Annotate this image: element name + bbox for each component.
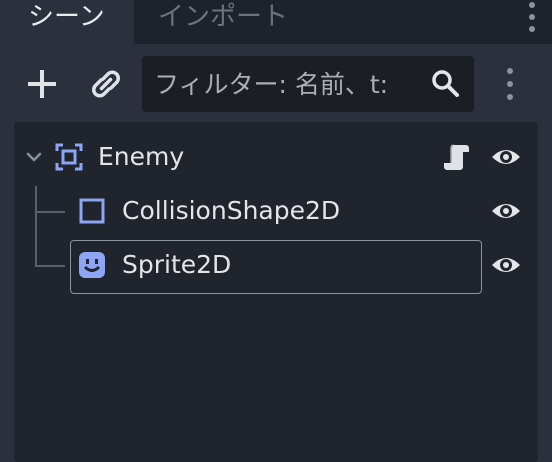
selection-outline (70, 240, 482, 294)
tree-row-collisionshape2d[interactable]: CollisionShape2D (14, 184, 538, 238)
add-node-button[interactable] (20, 62, 64, 106)
node-label-collisionshape2d: CollisionShape2D (122, 196, 341, 225)
tab-menu-icon[interactable] (524, 0, 540, 36)
scene-toolbar (0, 44, 552, 120)
collision-shape-icon (79, 198, 105, 224)
node2d-icon (55, 143, 83, 171)
kebab-menu-icon[interactable] (498, 66, 522, 102)
visibility-eye-icon[interactable] (490, 143, 522, 171)
visibility-eye-icon[interactable] (490, 251, 522, 279)
plus-icon (28, 70, 56, 98)
chevron-down-icon[interactable] (24, 147, 44, 167)
filter-input[interactable] (154, 62, 422, 106)
node-label-enemy: Enemy (98, 142, 185, 171)
instance-scene-button[interactable] (84, 62, 128, 106)
tab-import[interactable]: インポート (134, 0, 334, 44)
dock-tab-bar: シーン インポート (0, 0, 552, 44)
script-icon[interactable] (442, 142, 472, 172)
filter-box (142, 56, 474, 112)
tree-row-enemy[interactable]: Enemy (14, 130, 538, 184)
link-icon (92, 70, 120, 98)
search-icon[interactable] (430, 68, 462, 100)
visibility-eye-icon[interactable] (490, 197, 522, 225)
scene-tree: Enemy CollisionShape2D Sprite2D (14, 122, 538, 462)
tab-scene[interactable]: シーン (0, 0, 134, 44)
